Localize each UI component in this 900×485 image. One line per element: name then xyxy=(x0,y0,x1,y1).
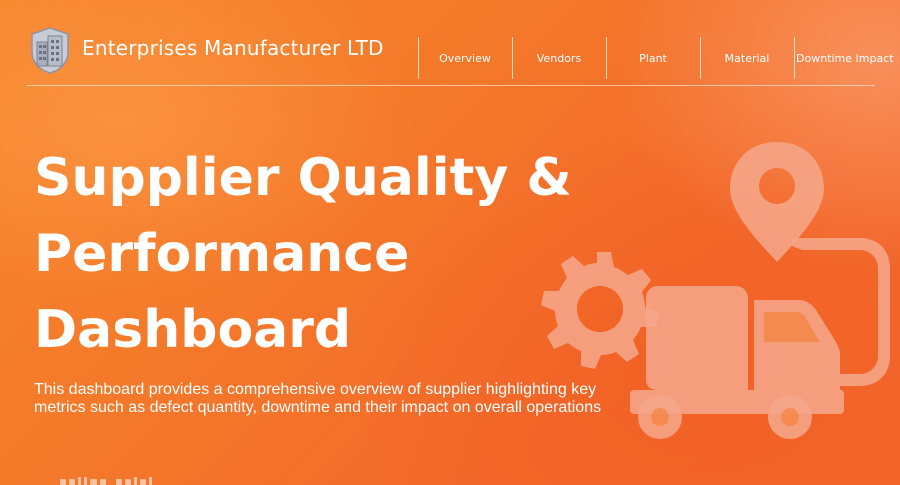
company-logo-icon xyxy=(31,27,69,74)
delivery-truck-gear-location-icon xyxy=(541,142,890,439)
company-name: Enterprises Manufacturer LTD xyxy=(82,36,384,60)
nav-plant[interactable]: Plant xyxy=(606,37,700,79)
page-title-line-1: Supplier Quality & xyxy=(34,148,572,208)
nav-overview[interactable]: Overview xyxy=(418,37,512,79)
header-divider xyxy=(27,85,875,86)
top-navigation: Overview Vendors Plant Material Downtime… xyxy=(418,37,894,79)
page-title: Supplier Quality & Performance Dashboard xyxy=(34,140,594,368)
nav-material[interactable]: Material xyxy=(700,37,794,79)
page-title-line-2: Performance xyxy=(34,224,410,284)
nav-downtime-impact[interactable]: Downtime Impact xyxy=(794,37,894,79)
page-title-line-3: Dashboard xyxy=(34,300,352,360)
cut-off-section-heading xyxy=(60,477,152,485)
nav-vendors[interactable]: Vendors xyxy=(512,37,606,79)
header: Enterprises Manufacturer LTD Overview Ve… xyxy=(0,0,900,86)
page-description: This dashboard provides a comprehensive … xyxy=(34,381,602,416)
